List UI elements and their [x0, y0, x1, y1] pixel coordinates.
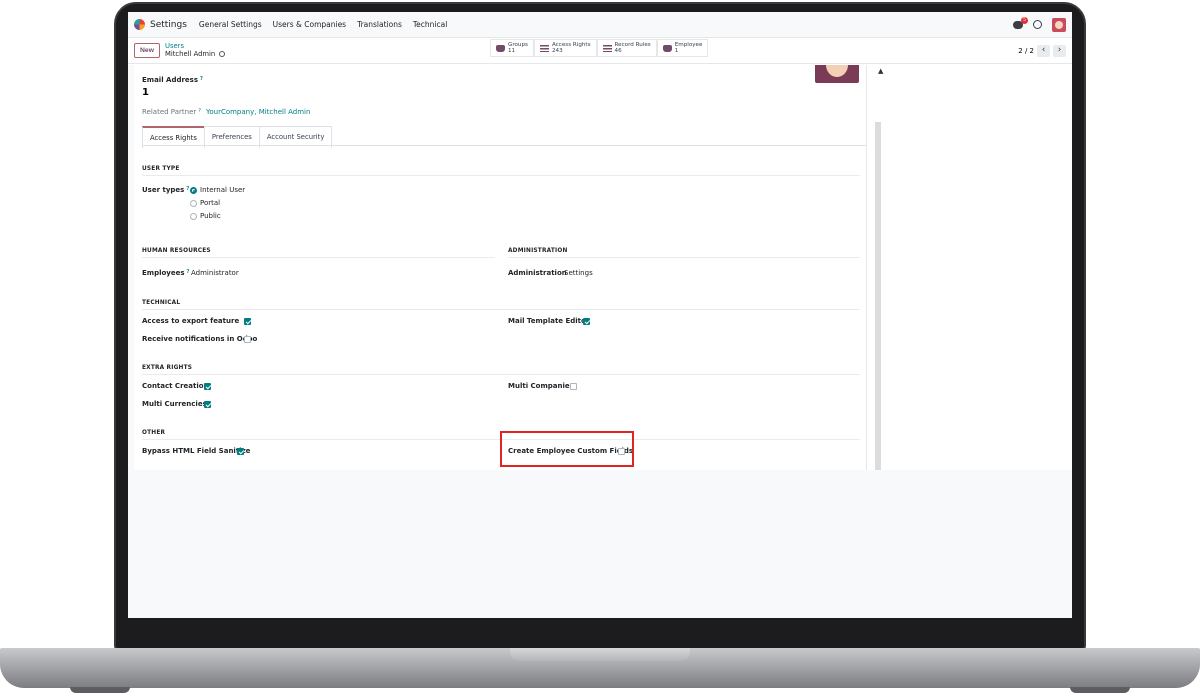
section-divider	[142, 374, 860, 375]
section-divider	[142, 175, 860, 176]
radio-portal[interactable]	[190, 200, 197, 207]
menu-users-companies[interactable]: Users & Companies	[273, 20, 346, 29]
top-navbar: Settings General Settings Users & Compan…	[128, 12, 1072, 38]
pager-value[interactable]: 2 / 2	[1018, 47, 1034, 55]
laptop-notch	[510, 648, 690, 661]
employees-value[interactable]: Administrator	[191, 269, 239, 277]
bypass-html-checkbox[interactable]	[237, 448, 244, 455]
users-icon	[662, 44, 672, 52]
laptop-foot-left	[70, 687, 130, 693]
employees-label: Employees?	[142, 269, 190, 277]
chat-icon[interactable]: 5	[1013, 16, 1028, 29]
navbar-systray: 5	[1013, 16, 1066, 32]
section-user-type: USER TYPE	[142, 166, 180, 172]
multi-companies-label: Multi Companies	[508, 382, 574, 390]
radio-public[interactable]	[190, 213, 197, 220]
section-divider	[142, 309, 860, 310]
groups-count: 11	[508, 48, 516, 54]
chatter-panel	[867, 65, 1072, 470]
radio-internal-user[interactable]	[190, 187, 197, 194]
contact-creation-label: Contact Creation	[142, 382, 209, 390]
new-button[interactable]: New	[134, 43, 160, 58]
section-divider	[142, 257, 495, 258]
control-panel: New Users Mitchell Admin Groups 11 Access…	[128, 38, 1072, 64]
email-value[interactable]: 1	[142, 87, 149, 98]
pager: 2 / 2 ‹ ›	[1018, 44, 1066, 57]
chevron-up-icon[interactable]: ▲	[878, 67, 883, 75]
section-other: OTHER	[142, 430, 166, 436]
menu-general-settings[interactable]: General Settings	[199, 20, 262, 29]
employee-count: 1	[674, 48, 679, 54]
screen: Settings General Settings Users & Compan…	[128, 12, 1072, 618]
section-technical: TECHNICAL	[142, 300, 181, 306]
radio-internal-user-label: Internal User	[200, 186, 246, 194]
pager-next-button[interactable]: ›	[1053, 44, 1066, 57]
user-types-label: User types?	[142, 186, 190, 194]
form-sheet: Email Address? 1 Related Partner? YourCo…	[134, 65, 867, 470]
breadcrumb-current: Mitchell Admin	[164, 49, 226, 59]
user-photo[interactable]	[815, 65, 859, 83]
menu-translations[interactable]: Translations	[357, 20, 402, 29]
employee-smart-button[interactable]: Employee 1	[656, 39, 709, 57]
mail-template-label: Mail Template Editor	[508, 317, 590, 325]
smart-buttons: Groups 11 Access Rights 243 Record Rules 46…	[490, 39, 709, 57]
section-divider	[508, 257, 860, 258]
menu-technical[interactable]: Technical	[413, 20, 447, 29]
tab-divider	[142, 145, 866, 146]
employee-label: Employee	[674, 42, 703, 48]
scrollbar[interactable]	[875, 122, 881, 470]
related-partner-link[interactable]: YourCompany, Mitchell Admin	[206, 108, 310, 116]
mail-template-checkbox[interactable]	[583, 318, 590, 325]
activity-clock-icon[interactable]	[1033, 20, 1042, 29]
access-rights-smart-button[interactable]: Access Rights 243	[533, 39, 597, 57]
administration-value[interactable]: Settings	[564, 269, 593, 277]
access-rights-count: 243	[551, 48, 563, 54]
multi-currencies-checkbox[interactable]	[204, 401, 211, 408]
laptop-foot-right	[1070, 687, 1130, 693]
section-extra-rights: EXTRA RIGHTS	[142, 365, 193, 371]
list-icon	[602, 44, 612, 52]
export-label: Access to export feature	[142, 317, 240, 325]
gear-icon[interactable]	[219, 51, 226, 58]
email-label: Email Address?	[142, 76, 203, 84]
record-rules-smart-button[interactable]: Record Rules 46	[596, 39, 657, 57]
related-partner-label: Related Partner?	[142, 108, 201, 116]
section-administration: ADMINISTRATION	[508, 248, 568, 254]
highlight-box	[500, 431, 634, 467]
list-icon	[539, 44, 549, 52]
users-icon	[496, 44, 505, 52]
radio-public-label: Public	[200, 212, 221, 220]
groups-smart-button[interactable]: Groups 11	[490, 39, 534, 57]
export-checkbox[interactable]	[244, 318, 251, 325]
contact-creation-checkbox[interactable]	[204, 383, 211, 390]
pager-previous-button[interactable]: ‹	[1037, 44, 1050, 57]
administration-label: Administration	[508, 269, 567, 277]
notifications-checkbox[interactable]	[244, 336, 251, 343]
apps-menu-icon[interactable]	[134, 19, 145, 30]
bypass-html-label: Bypass HTML Field Sanitize	[142, 447, 251, 455]
notifications-label: Receive notifications in Odoo	[142, 335, 258, 343]
breadcrumb: Users Mitchell Admin	[164, 42, 226, 59]
record-rules-count: 46	[614, 48, 622, 54]
multi-currencies-label: Multi Currencies	[142, 400, 207, 408]
breadcrumb-current-label: Mitchell Admin	[164, 49, 216, 58]
section-human-resources: HUMAN RESOURCES	[142, 248, 211, 254]
multi-companies-checkbox[interactable]	[570, 383, 577, 390]
chat-badge: 5	[1021, 16, 1028, 24]
user-avatar[interactable]	[1052, 17, 1066, 32]
radio-portal-label: Portal	[200, 199, 221, 207]
app-name[interactable]: Settings	[150, 20, 187, 30]
stage: Settings General Settings Users & Compan…	[0, 0, 1200, 697]
